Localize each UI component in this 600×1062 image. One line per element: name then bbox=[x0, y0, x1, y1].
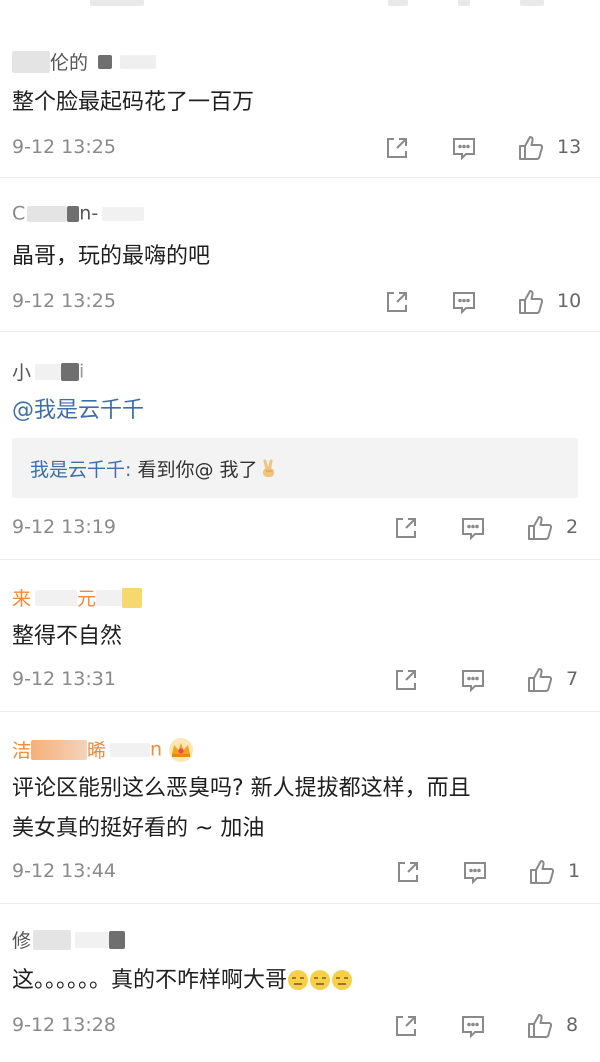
redacted-name-block bbox=[35, 363, 62, 380]
expressionless-face-icon bbox=[288, 970, 309, 990]
username-visible-text: n- bbox=[79, 202, 99, 225]
username-tail-text: i bbox=[79, 360, 85, 383]
victory-hand-icon bbox=[262, 459, 274, 477]
username-visible-text: 伦的 bbox=[50, 52, 89, 74]
comment-text-content: 这。。。。。。真的不咋样啊大哥 bbox=[12, 968, 288, 993]
username-tail-text: 元 bbox=[77, 588, 97, 610]
like-count: 10 bbox=[557, 290, 582, 312]
like-count: 2 bbox=[566, 516, 579, 538]
reply-author[interactable]: 我是云千千: bbox=[30, 459, 131, 481]
redacted-name-block bbox=[31, 739, 88, 760]
comment-username[interactable]: 伦的 bbox=[12, 48, 157, 75]
share-icon[interactable] bbox=[394, 858, 422, 886]
username-initial: C bbox=[12, 202, 26, 225]
share-icon[interactable] bbox=[392, 514, 420, 542]
crown-badge-icon bbox=[169, 737, 194, 762]
share-icon[interactable] bbox=[383, 134, 411, 162]
redacted-name-block bbox=[96, 589, 123, 606]
expressionless-face-icon bbox=[332, 970, 353, 990]
comment-username[interactable]: 小i bbox=[12, 358, 84, 385]
thumbs-up-icon[interactable] bbox=[526, 1012, 554, 1040]
comment-item: Cn- 晶哥，玩的最嗨的吧 9-12 13:25 10 bbox=[0, 178, 600, 332]
redacted-name-block bbox=[35, 589, 78, 606]
like-count: 1 bbox=[568, 860, 581, 882]
comment-meta-row: 9-12 13:19 2 bbox=[0, 514, 600, 544]
redacted-name-block bbox=[110, 742, 151, 757]
username-tail-text: 晞 bbox=[87, 740, 107, 762]
like-count: 8 bbox=[566, 1014, 579, 1036]
comment-text: 这。。。。。。真的不咋样啊大哥 bbox=[12, 964, 353, 998]
comment-timestamp: 9-12 13:25 bbox=[12, 136, 116, 158]
comment-mention-text[interactable]: @我是云千千 bbox=[12, 394, 144, 428]
comment-text-line2: 美女真的挺好看的 ~ 加油 bbox=[12, 816, 265, 841]
comment-meta-row: 9-12 13:28 8 bbox=[0, 1012, 600, 1042]
redacted-name-block bbox=[75, 931, 110, 948]
reply-quote-box[interactable]: 我是云千千: 看到你@ 我了 bbox=[12, 438, 578, 498]
expressionless-face-icon bbox=[310, 970, 331, 990]
comment-timestamp: 9-12 13:25 bbox=[12, 290, 116, 312]
thumbs-up-icon[interactable] bbox=[526, 666, 554, 694]
redacted-name-block bbox=[61, 362, 80, 381]
comment-text: 整个脸最起码花了一百万 bbox=[12, 90, 255, 115]
comment-username[interactable]: 洁晞n bbox=[12, 736, 196, 763]
thumbs-up-icon[interactable] bbox=[517, 288, 545, 316]
thumbs-up-icon[interactable] bbox=[528, 858, 556, 886]
redacted-name-block bbox=[102, 206, 145, 221]
redacted-name-block bbox=[33, 929, 72, 950]
redacted-name-block bbox=[67, 205, 80, 222]
redacted-name-block bbox=[98, 54, 113, 69]
comment-meta-row: 9-12 13:25 13 bbox=[0, 134, 600, 164]
username-visible-text: 修 bbox=[12, 930, 32, 952]
comment-username[interactable]: Cn- bbox=[12, 202, 145, 225]
comment-timestamp: 9-12 13:19 bbox=[12, 516, 116, 538]
comment-text-line1: 评论区能别这么恶臭吗? 新人提拔都这样，而且 bbox=[12, 776, 471, 801]
redacted-name-block bbox=[12, 50, 50, 73]
comment-item: 修 这。。。。。。真的不咋样啊大哥 9-12 13:28 8 bbox=[0, 904, 600, 1062]
reply-content: 我是云千千: 看到你@ 我了 bbox=[30, 455, 280, 482]
share-icon[interactable] bbox=[392, 1012, 420, 1040]
comment-icon[interactable] bbox=[459, 514, 487, 542]
comment-icon[interactable] bbox=[461, 858, 489, 886]
redacted-name-block bbox=[122, 587, 143, 608]
comment-text: 晶哥，玩的最嗨的吧 bbox=[12, 244, 211, 269]
comment-timestamp: 9-12 13:28 bbox=[12, 1014, 116, 1036]
thumbs-up-icon[interactable] bbox=[517, 134, 545, 162]
comment-timestamp: 9-12 13:31 bbox=[12, 668, 116, 690]
reply-text: 看到你@ 我了 bbox=[131, 459, 258, 481]
like-count: 13 bbox=[557, 136, 582, 158]
comment-text: 整得不自然 bbox=[12, 624, 123, 649]
username-visible-text: 来 bbox=[12, 588, 32, 610]
comment-item: 小i @我是云千千 我是云千千: 看到你@ 我了 9-12 13:19 2 bbox=[0, 332, 600, 560]
username-visible-text: 小 bbox=[12, 362, 32, 384]
share-icon[interactable] bbox=[383, 288, 411, 316]
comment-icon[interactable] bbox=[459, 1012, 487, 1040]
comment-username[interactable]: 修 bbox=[12, 926, 126, 953]
username-end-text: n bbox=[150, 738, 163, 761]
redacted-name-block bbox=[109, 930, 126, 949]
comment-meta-row: 9-12 13:25 10 bbox=[0, 288, 600, 318]
redacted-name-block bbox=[27, 205, 68, 222]
comment-icon[interactable] bbox=[459, 666, 487, 694]
comment-meta-row: 9-12 13:31 7 bbox=[0, 666, 600, 696]
comment-icon[interactable] bbox=[450, 288, 478, 316]
thumbs-up-icon[interactable] bbox=[526, 514, 554, 542]
redacted-name-block bbox=[120, 54, 157, 69]
comment-meta-row: 9-12 13:44 1 bbox=[0, 858, 600, 888]
comment-item: 伦的 整个脸最起码花了一百万 9-12 13:25 13 bbox=[0, 26, 600, 178]
like-count: 7 bbox=[566, 668, 579, 690]
previous-comment-remnant bbox=[0, 0, 600, 26]
comment-item: 来元 整得不自然 9-12 13:31 7 bbox=[0, 560, 600, 712]
comment-username[interactable]: 来元 bbox=[12, 584, 143, 611]
username-visible-text: 洁 bbox=[12, 740, 32, 762]
share-icon[interactable] bbox=[392, 666, 420, 694]
comment-item: 洁 晞 n 评论区能别这么恶臭吗? 新人提拔都这样，而且 美女真的挺好看的 ~ 加油… bbox=[0, 712, 600, 904]
comment-icon[interactable] bbox=[450, 134, 478, 162]
comment-timestamp: 9-12 13:44 bbox=[12, 860, 116, 882]
